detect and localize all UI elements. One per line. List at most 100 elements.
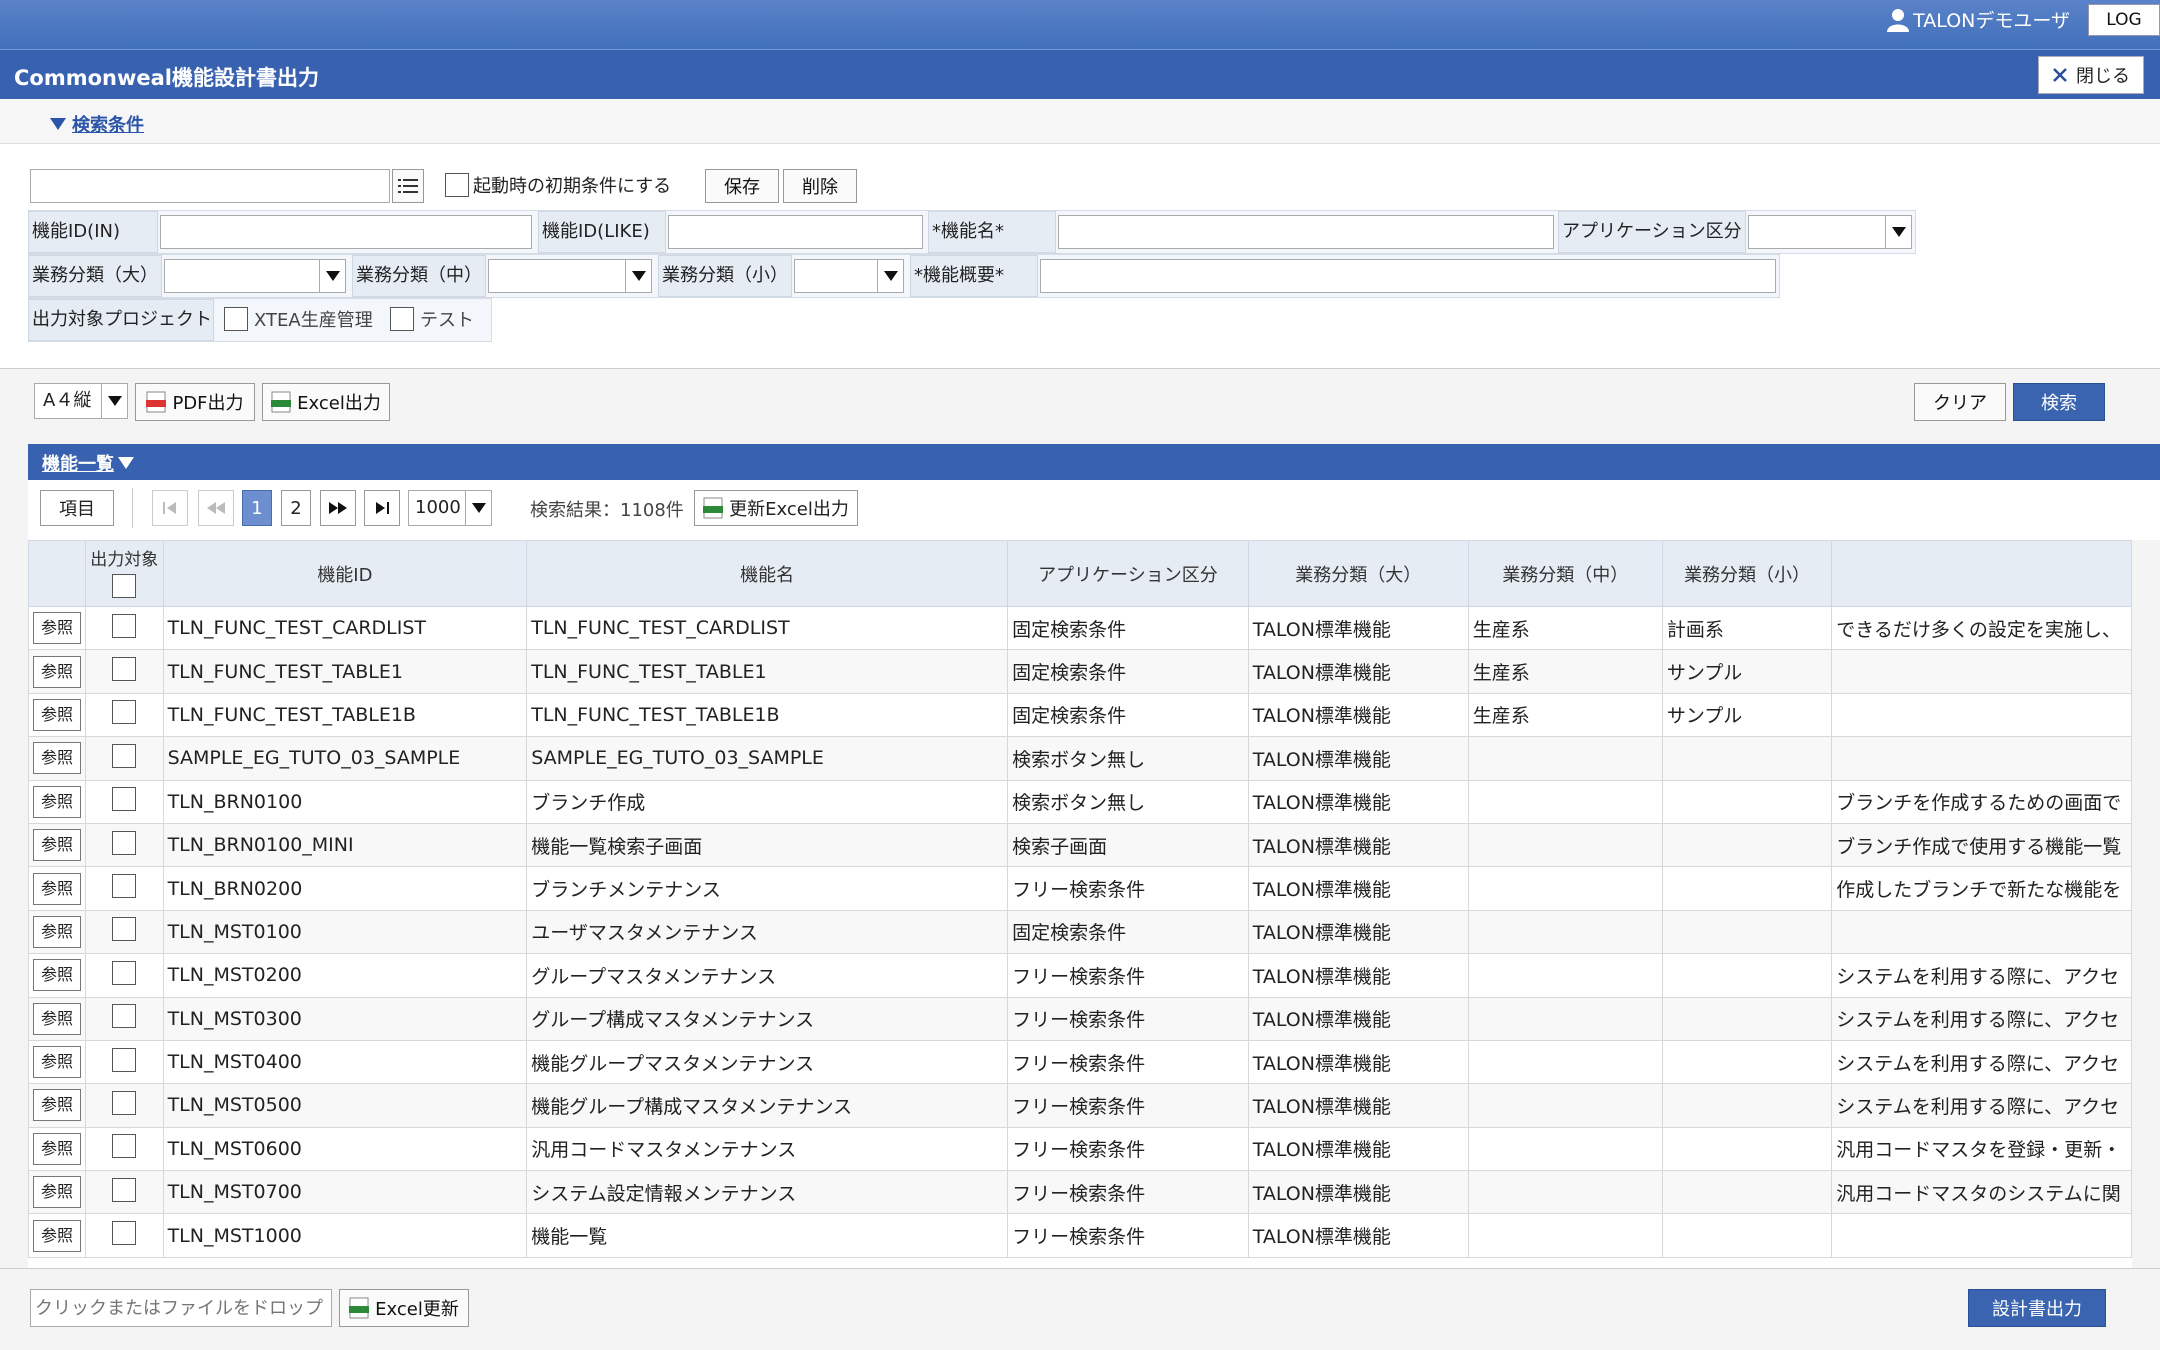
search-conditions-toggle[interactable]: 検索条件 <box>50 111 144 137</box>
project-option-test[interactable]: テスト <box>390 306 474 332</box>
biz-medium-select[interactable] <box>488 259 652 293</box>
row-checkbox[interactable] <box>112 743 137 768</box>
row-checkbox[interactable] <box>112 657 137 682</box>
table-row[interactable]: 参照 TLN_BRN0100_MINI 機能一覧検索子画面 検索子画面 TALON標準機… <box>28 822 2132 868</box>
initial-condition-option[interactable]: 起動時の初期条件にする <box>445 172 671 198</box>
row-checkbox[interactable] <box>112 1090 137 1115</box>
ref-button[interactable]: 参照 <box>33 1002 81 1035</box>
user-menu[interactable]: TALONデモユーザ <box>1887 6 2070 33</box>
table-row[interactable]: 参照 TLN_FUNC_TEST_CARDLIST TLN_FUNC_TEST_CA… <box>28 605 2132 651</box>
table-row[interactable]: 参照 TLN_BRN0100 ブランチ作成 検索ボタン無し TALON標準機能 ブランチを… <box>28 779 2132 824</box>
columns-button[interactable]: 項目 <box>40 490 114 526</box>
row-checkbox[interactable] <box>112 1134 137 1159</box>
table-row[interactable]: 参照 TLN_BRN0200 ブランチメンテナンス フリー検索条件 TALON標準機能 作… <box>28 866 2132 911</box>
table-row[interactable]: 参照 TLN_MST0100 ユーザマスタメンテナンス 固定検索条件 TALON標準機能 <box>28 909 2132 955</box>
ref-button[interactable]: 参照 <box>33 612 81 645</box>
ref-button[interactable]: 参照 <box>33 915 81 948</box>
app-category-select[interactable] <box>1748 215 1912 249</box>
ref-button[interactable]: 参照 <box>33 1089 81 1122</box>
func-name-header[interactable]: 機能名 <box>526 540 1009 607</box>
row-checkbox[interactable] <box>112 1004 137 1029</box>
row-checkbox[interactable] <box>112 830 137 855</box>
row-checkbox[interactable] <box>112 1177 137 1202</box>
ref-button[interactable]: 参照 <box>33 959 81 992</box>
function-list-toggle[interactable]: 機能一覧 <box>42 450 134 476</box>
biz-small-select[interactable] <box>794 259 904 293</box>
biz-small-header[interactable]: 業務分類（小） <box>1661 540 1833 607</box>
initial-condition-checkbox[interactable] <box>445 173 469 197</box>
ref-button[interactable]: 参照 <box>33 655 81 688</box>
func-name-input[interactable] <box>1058 215 1554 249</box>
biz-large-header[interactable]: 業務分類（大） <box>1247 540 1469 607</box>
table-row[interactable]: 参照 TLN_MST0400 機能グループマスタメンテナンス フリー検索条件 TALON… <box>28 1039 2132 1085</box>
ref-button[interactable]: 参照 <box>33 1219 81 1252</box>
pdf-export-button[interactable]: PDF出力 <box>135 383 255 421</box>
clear-button[interactable]: クリア <box>1914 383 2006 421</box>
ref-button[interactable]: 参照 <box>33 698 81 731</box>
project-option-xtea[interactable]: XTEA生産管理 <box>224 306 373 332</box>
rewind-icon <box>207 502 225 514</box>
func-id-header[interactable]: 機能ID <box>162 540 528 607</box>
excel-update-button[interactable]: Excel更新 <box>339 1289 469 1327</box>
table-row[interactable]: 参照 TLN_MST0700 システム設定情報メンテナンス フリー検索条件 TALON標… <box>28 1170 2132 1215</box>
page-button-2[interactable]: 2 <box>281 490 311 526</box>
select-all-checkbox[interactable] <box>112 573 137 598</box>
project-checkbox[interactable] <box>224 307 248 331</box>
row-checkbox[interactable] <box>112 787 137 812</box>
biz-medium-header[interactable]: 業務分類（中） <box>1467 540 1663 607</box>
delete-button[interactable]: 削除 <box>783 169 857 203</box>
page-size-select[interactable]: 1000 <box>408 490 492 526</box>
condition-list-button[interactable] <box>392 169 424 203</box>
first-page-button[interactable] <box>152 490 188 526</box>
func-id-in-input[interactable] <box>160 215 532 249</box>
excel-export-button[interactable]: Excel出力 <box>262 383 390 421</box>
page-button-1[interactable]: 1 <box>242 490 272 526</box>
row-checkbox[interactable] <box>112 700 137 725</box>
table-row[interactable]: 参照 TLN_MST0200 グループマスタメンテナンス フリー検索条件 TALON標準… <box>28 953 2132 998</box>
app-category-cell: 固定検索条件 <box>1007 692 1249 738</box>
ref-button[interactable]: 参照 <box>33 1046 81 1079</box>
biz-large-select[interactable] <box>164 259 346 293</box>
func-id-like-input[interactable] <box>668 215 923 249</box>
func-summary-input[interactable] <box>1040 259 1776 293</box>
table-row[interactable]: 参照 TLN_FUNC_TEST_TABLE1B TLN_FUNC_TEST_TAB… <box>28 692 2132 738</box>
table-row[interactable]: 参照 TLN_MST0600 汎用コードマスタメンテナンス フリー検索条件 TALON標… <box>28 1126 2132 1172</box>
table-row[interactable]: 参照 TLN_MST1000 機能一覧 フリー検索条件 TALON標準機能 <box>28 1213 2132 1258</box>
project-checkbox[interactable] <box>390 307 414 331</box>
func-name-cell: SAMPLE_EG_TUTO_03_SAMPLE <box>526 736 1009 781</box>
biz-large-cell: TALON標準機能 <box>1247 1083 1469 1128</box>
ref-button[interactable]: 参照 <box>33 829 81 862</box>
row-checkbox[interactable] <box>112 1047 137 1072</box>
search-button[interactable]: 検索 <box>2013 383 2105 421</box>
paper-size-select[interactable]: A４縦 <box>34 383 128 419</box>
prev-page-button[interactable] <box>198 490 234 526</box>
condition-preset-input[interactable] <box>30 169 390 203</box>
user-icon <box>1887 8 1910 32</box>
ref-button[interactable]: 参照 <box>33 785 81 818</box>
next-page-button[interactable] <box>320 490 356 526</box>
row-checkbox[interactable] <box>112 917 137 942</box>
row-checkbox[interactable] <box>112 874 137 899</box>
ref-button[interactable]: 参照 <box>33 1176 81 1209</box>
save-button[interactable]: 保存 <box>705 169 779 203</box>
ref-button[interactable]: 参照 <box>33 1132 81 1165</box>
last-page-button[interactable] <box>364 490 400 526</box>
table-row[interactable]: 参照 TLN_MST0500 機能グループ構成マスタメンテナンス フリー検索条件 TAL… <box>28 1083 2132 1128</box>
close-button[interactable]: 閉じる <box>2038 56 2144 94</box>
row-checkbox[interactable] <box>112 613 137 638</box>
update-excel-export-button[interactable]: 更新Excel出力 <box>694 490 858 526</box>
row-checkbox[interactable] <box>112 1221 137 1246</box>
biz-medium-cell: 生産系 <box>1467 692 1663 738</box>
ref-button[interactable]: 参照 <box>33 872 81 905</box>
table-row[interactable]: 参照 TLN_MST0300 グループ構成マスタメンテナンス フリー検索条件 TALON… <box>28 996 2132 1041</box>
row-checkbox[interactable] <box>112 960 137 985</box>
table-row[interactable]: 参照 SAMPLE_EG_TUTO_03_SAMPLE SAMPLE_EG_TUTO… <box>28 736 2132 781</box>
table-row[interactable]: 参照 TLN_FUNC_TEST_TABLE1 TLN_FUNC_TEST_TABL… <box>28 649 2132 694</box>
summary-cell: システムを利用する際に、アクセ <box>1831 953 2132 998</box>
file-drop-input[interactable] <box>30 1289 332 1327</box>
app-category-header[interactable]: アプリケーション区分 <box>1007 540 1249 607</box>
ref-button[interactable]: 参照 <box>33 742 81 775</box>
summary-header[interactable] <box>1831 540 2132 607</box>
design-output-button[interactable]: 設計書出力 <box>1968 1289 2106 1327</box>
log-button[interactable]: LOG <box>2088 4 2160 36</box>
